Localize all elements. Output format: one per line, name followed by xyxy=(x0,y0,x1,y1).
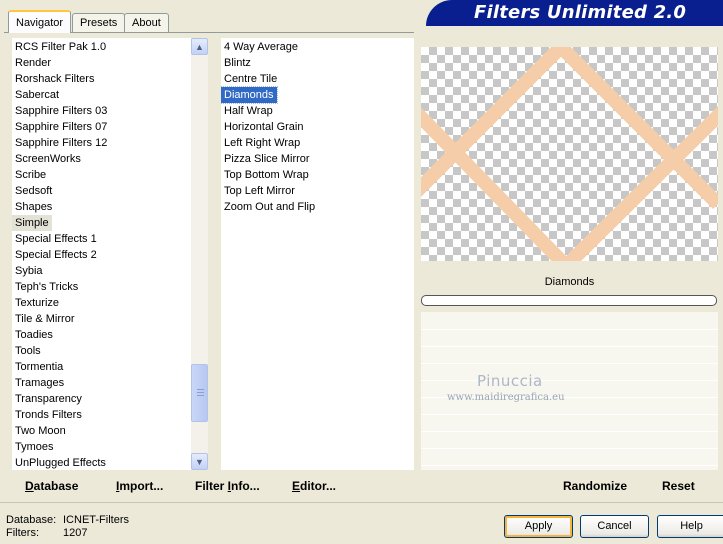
category-item[interactable]: Shapes xyxy=(12,199,55,215)
tab-navigator[interactable]: Navigator xyxy=(8,10,72,33)
filters-label: Filters: xyxy=(6,527,39,539)
preview-image xyxy=(421,47,718,261)
category-item[interactable]: Special Effects 2 xyxy=(12,247,100,263)
category-item[interactable]: Sybia xyxy=(12,263,46,279)
filter-item[interactable]: Pizza Slice Mirror xyxy=(221,151,313,167)
filter-item[interactable]: Horizontal Grain xyxy=(221,119,306,135)
category-item[interactable]: UnPlugged Effects xyxy=(12,455,109,470)
category-item[interactable]: Special Effects 1 xyxy=(12,231,100,247)
randomize-button[interactable]: Randomize xyxy=(563,479,627,493)
category-item[interactable]: Sedsoft xyxy=(12,183,55,199)
database-value: ICNET-Filters xyxy=(63,514,129,526)
scroll-thumb[interactable] xyxy=(191,364,208,422)
grip-line xyxy=(197,392,204,393)
filter-item[interactable]: Diamonds xyxy=(221,86,278,104)
watermark-name: Pinuccia xyxy=(477,372,543,390)
diamond-line xyxy=(551,47,718,209)
filter-item[interactable]: Top Left Mirror xyxy=(221,183,298,199)
category-scrollbar[interactable]: ▲ ▼ xyxy=(191,38,208,470)
preview-filter-name: Diamonds xyxy=(544,276,595,288)
param-row-divider xyxy=(421,363,718,364)
scroll-down-button[interactable]: ▼ xyxy=(191,453,208,470)
filter-item[interactable]: Zoom Out and Flip xyxy=(221,199,318,215)
param-row-divider xyxy=(421,380,718,381)
tab-about[interactable]: About xyxy=(124,13,169,32)
filters-value: 1207 xyxy=(63,527,88,539)
chevron-up-icon: ▲ xyxy=(195,41,204,52)
diamond-line xyxy=(421,107,572,261)
apply-button[interactable]: Apply xyxy=(504,515,573,538)
category-item[interactable]: Texturize xyxy=(12,295,62,311)
category-item[interactable]: Toadies xyxy=(12,327,56,343)
category-item[interactable]: RCS Filter Pak 1.0 xyxy=(12,39,109,55)
diamond-line xyxy=(421,47,571,197)
category-item[interactable]: Sapphire Filters 03 xyxy=(12,103,110,119)
scroll-up-button[interactable]: ▲ xyxy=(191,38,208,55)
reset-button[interactable]: Reset xyxy=(662,479,695,493)
chevron-down-icon: ▼ xyxy=(195,456,204,467)
grip-line xyxy=(197,395,204,396)
filter-item[interactable]: Centre Tile xyxy=(221,71,280,87)
filter-item[interactable]: 4 Way Average xyxy=(221,39,301,55)
app-title: Filters Unlimited 2.0 xyxy=(474,2,687,23)
database-button[interactable]: Database xyxy=(25,479,78,493)
filter-item[interactable]: Top Bottom Wrap xyxy=(221,167,312,183)
filter-item[interactable]: Half Wrap xyxy=(221,103,276,119)
parameter-panel xyxy=(421,312,718,470)
category-item[interactable]: Tormentia xyxy=(12,359,66,375)
divider xyxy=(0,502,723,503)
category-item[interactable]: Sabercat xyxy=(12,87,62,103)
database-label: Database: xyxy=(6,514,57,526)
diamond-pattern xyxy=(421,47,718,261)
category-item[interactable]: Tools xyxy=(12,343,44,359)
category-item[interactable]: Rorshack Filters xyxy=(12,71,97,87)
param-row-divider xyxy=(421,431,718,432)
param-row-divider xyxy=(421,465,718,466)
param-row-divider xyxy=(421,414,718,415)
import-button[interactable]: Import... xyxy=(116,479,163,493)
tab-presets[interactable]: Presets xyxy=(72,13,126,32)
category-item[interactable]: Tymoes xyxy=(12,439,57,455)
grip-line xyxy=(197,389,204,390)
category-item[interactable]: Tronds Filters xyxy=(12,407,85,423)
category-item[interactable]: Sapphire Filters 12 xyxy=(12,135,110,151)
filter-item[interactable]: Blintz xyxy=(221,55,254,71)
category-item[interactable]: Transparency xyxy=(12,391,85,407)
category-item[interactable]: Sapphire Filters 07 xyxy=(12,119,110,135)
category-item[interactable]: Simple xyxy=(12,215,52,231)
editor-button[interactable]: Editor... xyxy=(292,479,336,493)
filter-list[interactable]: 4 Way Average Blintz Centre Tile Diamonds Ha… xyxy=(221,38,414,470)
category-item[interactable]: Tile & Mirror xyxy=(12,311,77,327)
filter-info-button[interactable]: Filter Info... xyxy=(195,479,260,493)
cancel-button[interactable]: Cancel xyxy=(580,515,649,538)
category-item[interactable]: ScreenWorks xyxy=(12,151,84,167)
param-row-divider xyxy=(421,329,718,330)
param-row-divider xyxy=(421,346,718,347)
filter-item[interactable]: Left Right Wrap xyxy=(221,135,303,151)
progress-bar xyxy=(421,295,717,306)
category-item[interactable]: Tramages xyxy=(12,375,67,391)
category-item[interactable]: Two Moon xyxy=(12,423,69,439)
help-button[interactable]: Help xyxy=(657,515,723,538)
category-item[interactable]: Scribe xyxy=(12,167,49,183)
category-item[interactable]: Teph's Tricks xyxy=(12,279,81,295)
param-row-divider xyxy=(421,448,718,449)
watermark-url: www.maidiregrafica.eu xyxy=(447,392,565,403)
category-item[interactable]: Render xyxy=(12,55,54,71)
category-list[interactable]: RCS Filter Pak 1.0 Render Rorshack Filters… xyxy=(12,38,191,470)
